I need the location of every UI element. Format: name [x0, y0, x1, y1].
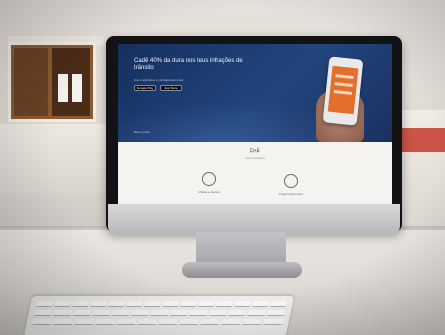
phone-screen — [327, 65, 359, 115]
cabinet-left — [0, 124, 120, 194]
binder — [72, 74, 82, 102]
key-row — [34, 310, 286, 316]
feature-label: Pague Descontos — [279, 192, 303, 196]
google-play-button[interactable]: Google Play — [134, 85, 156, 91]
monitor-screen: Cadê 40% da dura nos teus infrações de t… — [118, 44, 392, 204]
key-row — [35, 301, 288, 307]
shelf-compartment-left — [14, 48, 48, 116]
hero-footer-text: Baixe grátis — [134, 130, 150, 134]
compass-icon — [284, 174, 298, 188]
binder — [58, 74, 68, 102]
feature-label: Multas e Alertas — [198, 190, 220, 194]
hero-headline: Cadê 40% da dura nos teus infrações de t… — [134, 58, 243, 71]
phone-ui-bar — [334, 82, 353, 87]
carousel-dots[interactable] — [249, 140, 261, 153]
content-tagline: como funciona — [245, 156, 265, 160]
monitor-chin — [108, 204, 400, 234]
phone-ui-bar — [333, 90, 352, 95]
hero-banner: Cadê 40% da dura nos teus infrações de t… — [118, 44, 392, 142]
hero-subline: Use o aplicativo e consiga descontos — [134, 78, 184, 82]
key-row — [32, 319, 284, 325]
keyboard — [23, 296, 295, 335]
clock-icon — [202, 172, 216, 186]
smartphone-image — [322, 56, 364, 126]
red-panel — [399, 128, 445, 152]
monitor-stand-base — [182, 262, 302, 278]
app-store-button[interactable]: App Store — [160, 85, 182, 91]
photo-scene: Cadê 40% da dura nos teus infrações de t… — [0, 0, 445, 335]
content-logo: D+E — [250, 148, 260, 154]
phone-ui-bar — [335, 74, 354, 80]
